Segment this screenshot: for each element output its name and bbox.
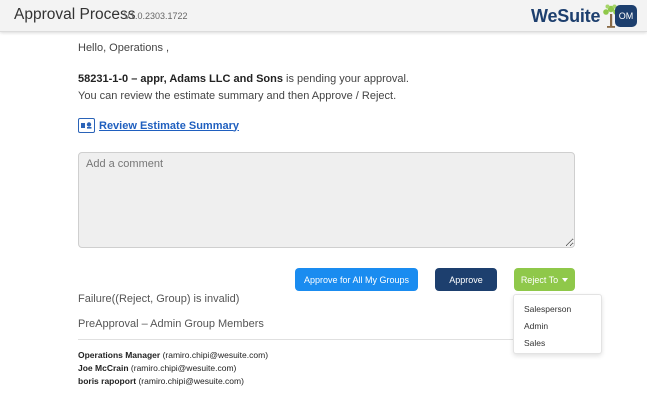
member-email: (ramiro.chipi@wesuite.com) — [138, 376, 244, 386]
brand-name: WeSuite — [531, 5, 601, 26]
menu-item-sales[interactable]: Sales — [514, 335, 601, 352]
reject-to-menu: Salesperson Admin Sales — [513, 294, 602, 354]
review-estimate-summary-link[interactable]: Review Estimate Summary — [99, 120, 239, 132]
reject-to-label: Reject To — [520, 274, 559, 285]
comment-input[interactable] — [78, 152, 575, 248]
member-name: Joe McCrain — [78, 363, 129, 373]
review-estimate-link-row[interactable]: Review Estimate Summary — [78, 118, 239, 133]
pending-approval-text: 58231-1-0 – appr, Adams LLC and Sons is … — [78, 73, 409, 85]
caret-down-icon — [562, 277, 569, 282]
list-item: Joe McCrain (ramiro.chipi@wesuite.com) — [78, 362, 268, 375]
menu-item-admin[interactable]: Admin — [514, 318, 601, 335]
reject-to-dropdown-button[interactable]: Reject To — [514, 268, 575, 291]
group-members-list: Operations Manager (ramiro.chipi@wesuite… — [78, 349, 268, 388]
approve-all-groups-button[interactable]: Approve for All My Groups — [295, 268, 418, 291]
estimate-summary-icon — [78, 118, 95, 133]
list-item: Operations Manager (ramiro.chipi@wesuite… — [78, 349, 268, 362]
member-email: (ramiro.chipi@wesuite.com) — [162, 350, 269, 360]
review-instructions: You can review the estimate summary and … — [78, 90, 397, 102]
estimate-name: 58231-1-0 – appr, Adams LLC and Sons — [78, 73, 283, 85]
member-email: (ramiro.chipi@wesuite.com) — [130, 363, 237, 373]
top-bar: Approval Process V1.0.2303.1722 WeSuite … — [0, 0, 647, 32]
greeting-text: Hello, Operations , — [78, 42, 170, 54]
app-version: V1.0.2303.1722 — [124, 11, 188, 21]
pending-suffix: is pending your approval. — [283, 73, 409, 85]
approve-button[interactable]: Approve — [435, 268, 497, 291]
member-name: Operations Manager — [78, 350, 161, 360]
error-message: Failure((Reject, Group) is invalid) — [78, 293, 240, 305]
list-item: boris rapoport (ramiro.chipi@wesuite.com… — [78, 375, 268, 388]
menu-item-salesperson[interactable]: Salesperson — [514, 301, 601, 318]
member-name: boris rapoport — [78, 376, 137, 386]
group-title: PreApproval – Admin Group Members — [78, 318, 264, 330]
divider — [78, 339, 577, 340]
brand-logo: WeSuite — [531, 3, 621, 29]
app-title: Approval Process — [14, 6, 136, 23]
user-avatar[interactable]: OM — [615, 5, 637, 27]
